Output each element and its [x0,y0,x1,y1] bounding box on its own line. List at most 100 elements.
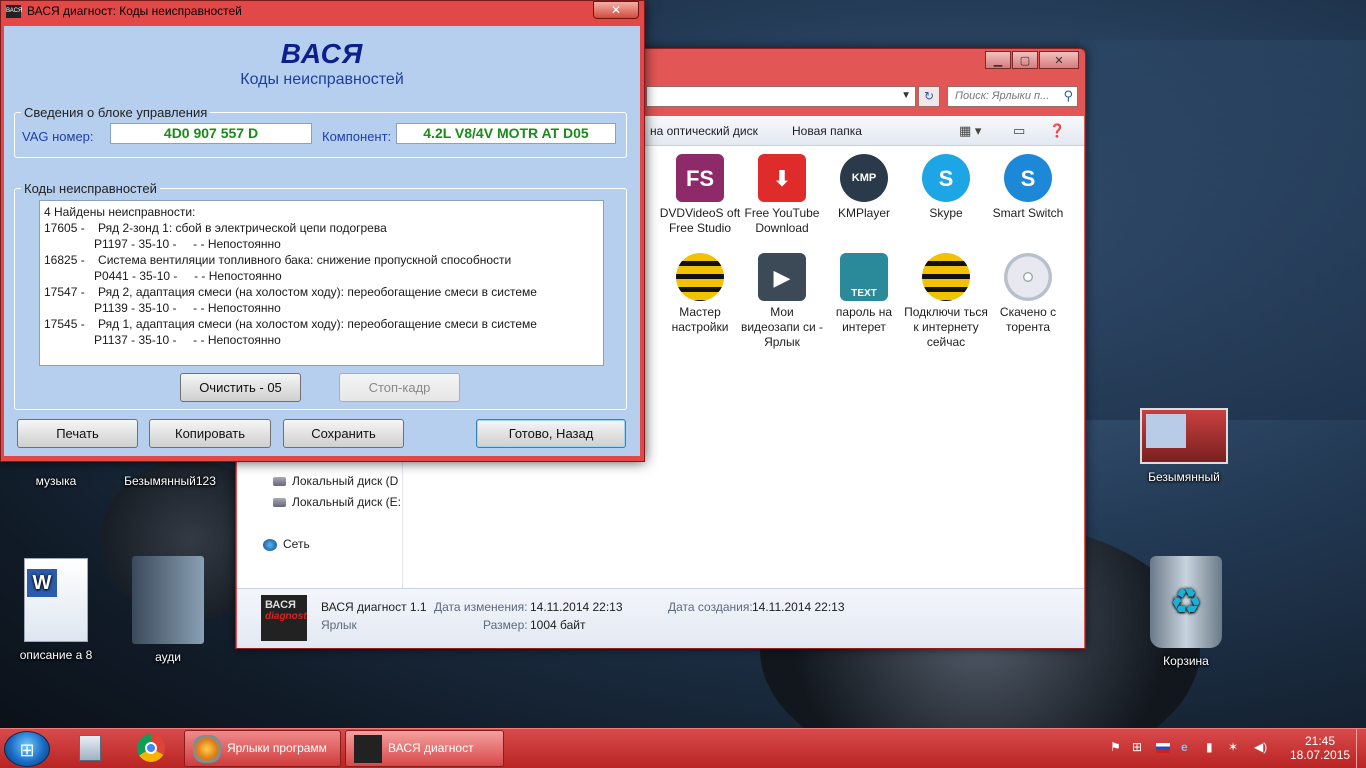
windows-icon[interactable]: ⊞ [1132,740,1142,756]
details-size-value: 1004 байт [530,618,586,632]
start-button[interactable]: ⊞ [4,731,50,767]
vasya-dialog: ВАСЯ ВАСЯ диагност: Коды неисправностей … [0,0,645,462]
network-status-icon[interactable]: ✶ [1228,740,1238,756]
word-document-icon: W [24,558,88,642]
save-button[interactable]: Сохранить [283,419,404,448]
taskbar-item-vasya[interactable]: ВАСЯ диагност [345,730,504,767]
desktop-icon-untitled123[interactable]: Безымянный123 [120,474,220,488]
file-item-label: Free YouTube Download [744,206,820,235]
beeline-icon [922,253,970,301]
chevron-down-icon[interactable]: ▼ [901,90,911,101]
file-item-dvdvideosoft[interactable]: FS DVDVideoS oft Free Studio [658,154,742,236]
search-input[interactable]: Поиск: Ярлыки п... ⚲ [947,86,1078,107]
desktop-icon-description[interactable]: W описание а 8 [8,558,104,662]
desktop-icon-label: Корзина [1163,654,1209,668]
maximize-button[interactable]: ▢ [1012,51,1038,69]
window-title: ВАСЯ диагност: Коды неисправностей [27,4,242,18]
language-icon[interactable] [1156,740,1170,756]
group-title: Коды неисправностей [21,181,160,196]
help-icon[interactable]: ❓ [1049,123,1065,139]
clock-time: 21:45 [1304,734,1336,748]
burn-disc-button[interactable]: на оптический диск [650,124,758,138]
desktop-icon-untitled[interactable]: Безымянный [1136,408,1232,484]
details-file-type: Ярлык [321,618,357,632]
close-button[interactable]: ✕ [593,1,639,19]
drive-icon [273,498,286,508]
flag-icon[interactable]: ⚑ [1110,740,1121,756]
close-button[interactable]: ✕ [1039,51,1079,69]
taskbar-pin-chrome[interactable] [131,731,171,765]
download-arrow-icon: ⬇ [758,154,806,202]
file-item-smart-switch[interactable]: S Smart Switch [986,154,1070,221]
desktop-icon-label: музыка [35,474,77,488]
desktop-icon-recycle-bin[interactable]: ♻ Корзина [1138,556,1234,668]
caption-buttons: ▁ ▢ ✕ [985,51,1079,69]
freeze-frame-button[interactable]: Стоп-кадр [339,373,460,402]
battery-icon[interactable]: ▮ [1206,740,1213,756]
file-item-label: Мои видеозапи си - Ярлык [740,305,824,349]
nav-item-drive-d[interactable]: Локальный диск (D [273,474,408,488]
file-item-setup-wizard[interactable]: Мастер настройки [658,253,742,335]
file-item-skype[interactable]: S Skype [904,154,988,221]
taskbar-pin-calculator[interactable] [70,731,110,765]
minimize-button[interactable]: ▁ [985,51,1011,69]
file-item-my-videos[interactable]: ▶ Мои видеозапи си - Ярлык [740,253,824,350]
show-desktop-button[interactable] [1356,729,1366,768]
calculator-icon [79,735,101,761]
page-title: ВАСЯ [280,38,364,69]
details-created-value: 14.11.2014 22:13 [752,600,845,614]
file-item-connect-internet[interactable]: Подключи ться к интернету сейчас [904,253,988,350]
desktop-icon-label: описание а 8 [19,648,93,662]
text-file-icon: TEXT [840,253,888,301]
folder-icon [132,556,204,644]
ie-icon[interactable]: e [1181,740,1188,756]
fault-codes-list[interactable]: 4 Найдены неисправности: 17605 - Ряд 2-з… [39,200,604,366]
file-item-label: Мастер настройки [671,305,729,334]
file-item-label: Smart Switch [992,206,1064,220]
refresh-button[interactable]: ↻ [918,86,940,107]
file-item-torrent-downloads[interactable]: Скачено с торента [986,253,1070,335]
file-item-kmplayer[interactable]: KMP KMPlayer [822,154,906,221]
drive-icon [273,477,286,487]
clock-date: 18.07.2015 [1290,748,1351,762]
file-item-password[interactable]: TEXT пароль на интерет [822,253,906,335]
video-folder-icon: ▶ [758,253,806,301]
desktop-icon-music[interactable]: музыка [8,474,104,488]
file-item-label: Skype [929,206,963,220]
print-button[interactable]: Печать [17,419,138,448]
vag-number-label: VAG номер: [22,129,94,144]
taskbar-item-shortcuts[interactable]: Ярлыки программ [184,730,341,767]
chrome-icon [137,734,165,762]
kmplayer-icon: KMP [840,154,888,202]
clear-codes-button[interactable]: Очистить - 05 [180,373,301,402]
file-item-youtube-download[interactable]: ⬇ Free YouTube Download [740,154,824,236]
new-folder-button[interactable]: Новая папка [792,124,862,138]
nav-item-label: Локальный диск (E: [292,495,401,509]
page-subtitle: Коды неисправностей [240,71,404,88]
volume-icon[interactable]: ◀) [1254,740,1267,756]
file-item-label: пароль на интерет [835,305,893,334]
details-pane: ВАСЯ diagnost ВАСЯ диагност 1.1 Ярлык Да… [237,588,1084,648]
nav-item-drive-e[interactable]: Локальный диск (E: [273,495,408,509]
component-field: 4.2L V8/4V MOTR AT D05 [396,123,616,144]
search-placeholder: Поиск: Ярлыки п... [955,90,1050,102]
address-bar[interactable]: ▼ [646,86,916,107]
taskbar-clock[interactable]: 21:45 18.07.2015 [1290,734,1350,762]
nav-item-network[interactable]: Сеть [263,537,398,551]
vasya-app-icon [354,735,382,763]
taskbar-item-label: Ярлыки программ [227,741,327,755]
disc-icon [1004,253,1052,301]
group-title: Сведения о блоке управления [21,105,211,120]
butterfly-icon [193,735,221,763]
desktop-icon-label: Безымянный123 [124,474,216,488]
preview-pane-icon[interactable]: ▭ [1013,123,1025,139]
view-options-icon[interactable]: ▦ ▾ [959,123,981,139]
details-modified-label: Дата изменения: [434,600,528,614]
desktop-icon-audi[interactable]: ауди [120,556,216,664]
copy-button[interactable]: Копировать [149,419,271,448]
wallpaper-building [1080,40,1366,420]
skype-icon: S [922,154,970,202]
search-icon: ⚲ [1063,88,1073,103]
done-back-button[interactable]: Готово, Назад [476,419,626,448]
thumb-subtitle: diagnost [265,611,307,622]
